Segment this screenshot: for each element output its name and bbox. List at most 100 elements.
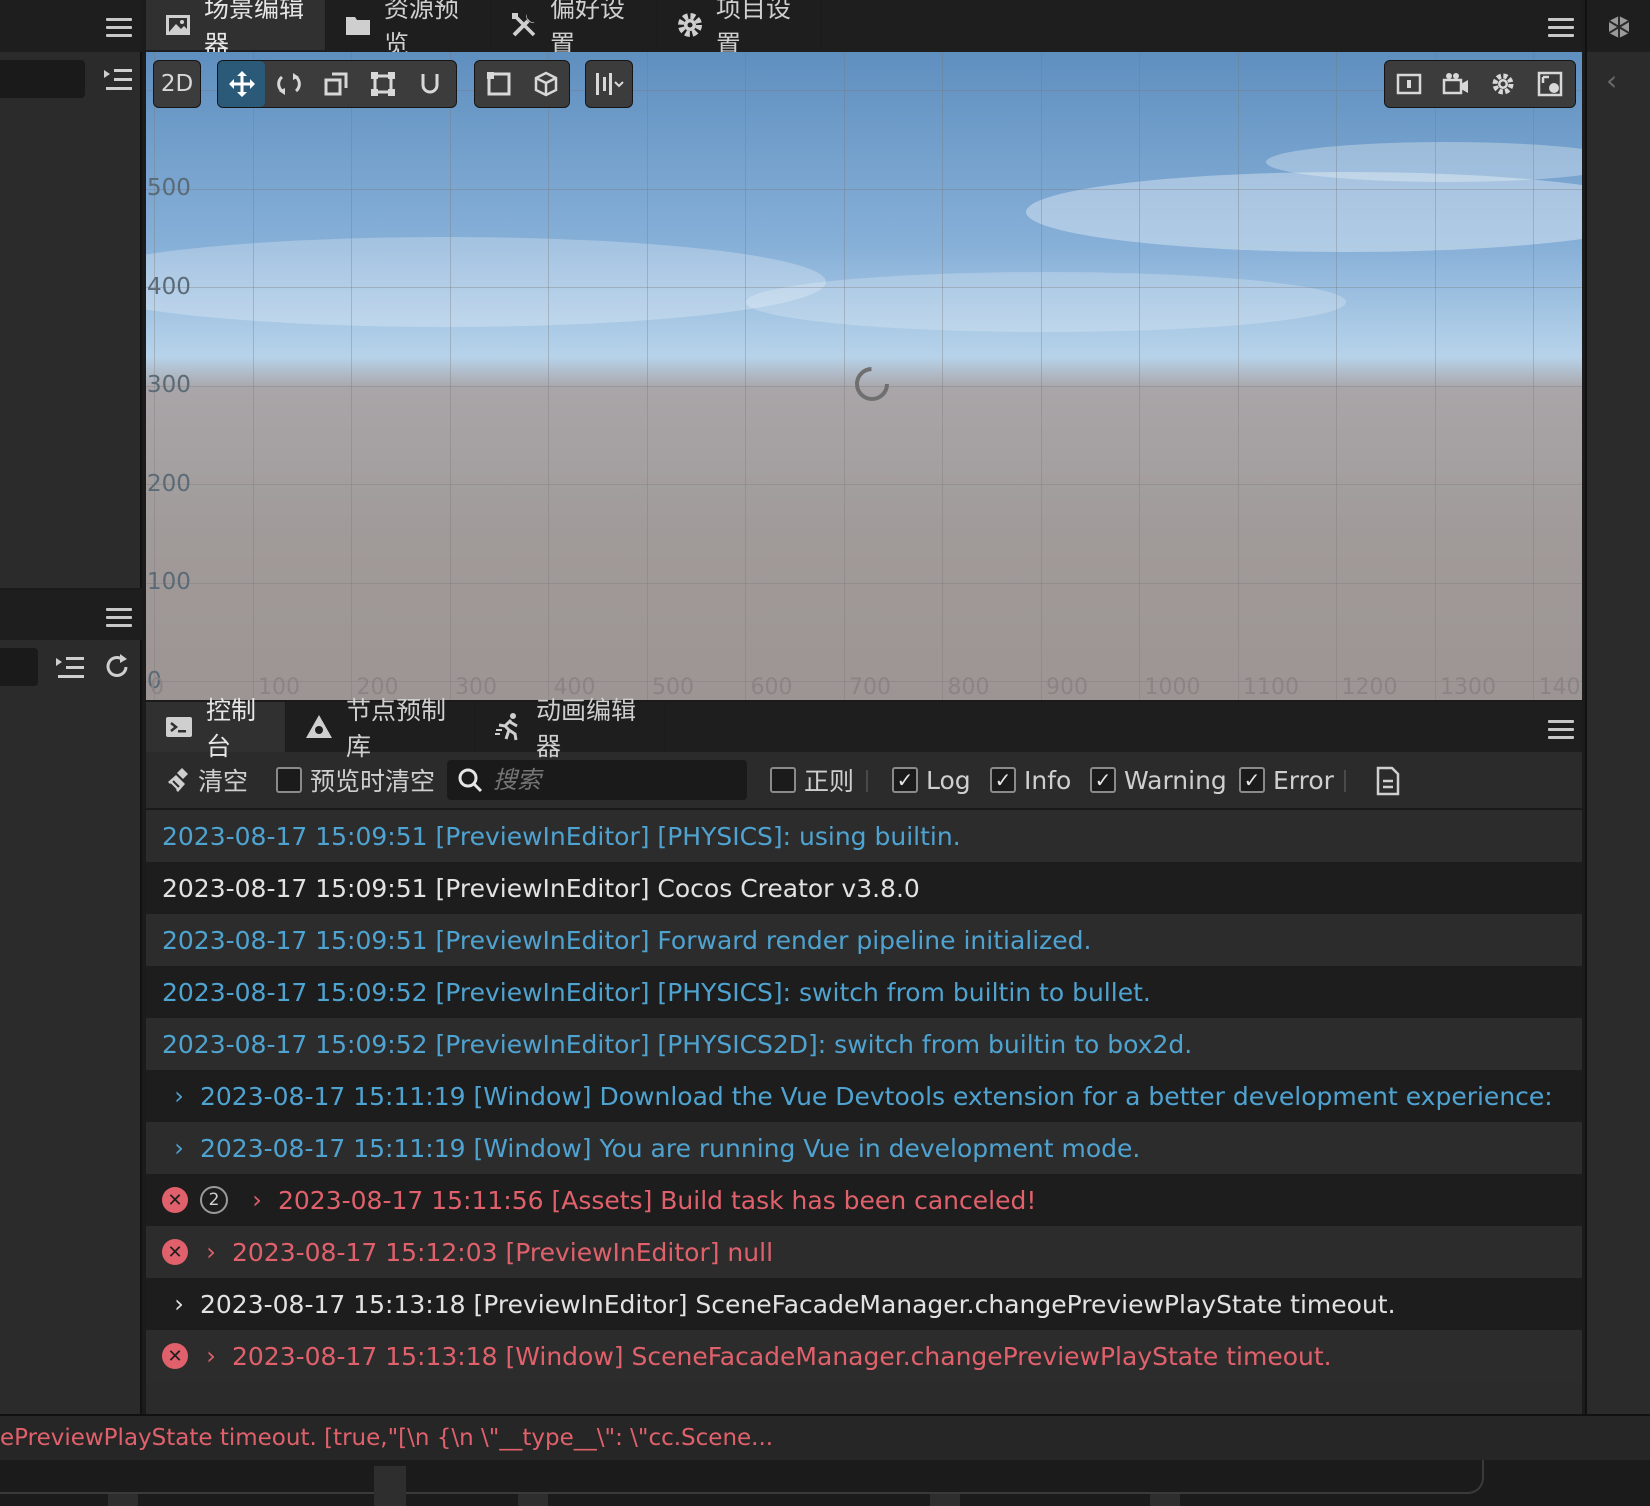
expand-chevron-icon[interactable]: › bbox=[246, 1186, 268, 1214]
console-row[interactable]: ✕ 2 › 2023-08-17 15:11:56 [Assets] Build ta… bbox=[146, 1174, 1582, 1226]
assets-search-input[interactable] bbox=[0, 648, 38, 686]
grid-line-vertical bbox=[449, 52, 451, 700]
warning-checkbox[interactable]: ✓ bbox=[1090, 767, 1116, 793]
info-filter-toggle[interactable]: ✓ Info bbox=[990, 760, 1071, 800]
open-log-file-button[interactable] bbox=[1374, 766, 1402, 796]
bottom-strip bbox=[0, 1460, 1650, 1506]
clear-button[interactable]: 清空 bbox=[166, 760, 248, 800]
error-checkbox[interactable]: ✓ bbox=[1239, 767, 1265, 793]
grid-y-label: 500 bbox=[147, 175, 191, 201]
expand-chevron-icon[interactable]: › bbox=[168, 1134, 190, 1162]
console-menu-icon[interactable] bbox=[1548, 720, 1574, 740]
grid-line-vertical bbox=[942, 52, 943, 700]
error-icon: ✕ bbox=[162, 1343, 188, 1369]
info-checkbox[interactable]: ✓ bbox=[990, 767, 1016, 793]
console-row[interactable]: › 2023-08-17 15:13:18 [PreviewInEditor] S… bbox=[146, 1278, 1582, 1330]
image-icon bbox=[164, 12, 192, 38]
inspector-back-icon[interactable]: ‹ bbox=[1606, 64, 1632, 97]
info-label: Info bbox=[1024, 765, 1072, 795]
console-row[interactable]: 2023-08-17 15:09:52 [PreviewInEditor] [P… bbox=[146, 966, 1582, 1018]
assets-menu-icon[interactable] bbox=[106, 608, 132, 628]
expand-chevron-icon[interactable]: › bbox=[168, 1082, 190, 1110]
console-search-field[interactable] bbox=[447, 760, 747, 800]
hierarchy-menu-icon[interactable] bbox=[106, 18, 132, 38]
regex-checkbox[interactable] bbox=[770, 767, 796, 793]
console-row[interactable]: ✕ › 2023-08-17 15:12:03 [PreviewInEditor] … bbox=[146, 1226, 1582, 1278]
toolbar-separator bbox=[866, 770, 868, 792]
log-message: 2023-08-17 15:13:18 [Window] SceneFacade… bbox=[232, 1341, 1332, 1371]
mode-2d-button[interactable]: 2D bbox=[154, 61, 200, 107]
console-row[interactable]: 2023-08-17 15:09:51 [PreviewInEditor] Fo… bbox=[146, 914, 1582, 966]
terminal-icon bbox=[164, 714, 194, 740]
camera-button[interactable] bbox=[1432, 61, 1479, 107]
console-row[interactable]: 2023-08-17 15:09:51 [PreviewInEditor] [P… bbox=[146, 810, 1582, 862]
log-message: 2023-08-17 15:09:52 [PreviewInEditor] [P… bbox=[162, 1029, 1193, 1059]
align-icon bbox=[596, 73, 624, 95]
runner-icon bbox=[494, 712, 524, 742]
tab-node-library[interactable]: 节点预制库 bbox=[286, 696, 476, 761]
broom-icon bbox=[168, 768, 188, 792]
align-button[interactable] bbox=[586, 61, 632, 107]
status-message[interactable]: ePreviewPlayState timeout. [true,"[\n {\… bbox=[0, 1425, 773, 1451]
tab-animation-editor[interactable]: 动画编辑器 bbox=[476, 696, 666, 761]
log-message: 2023-08-17 15:12:03 [PreviewInEditor] nu… bbox=[232, 1237, 774, 1267]
move-tool-button[interactable] bbox=[218, 61, 265, 107]
pivot-icon bbox=[486, 72, 510, 96]
error-filter-toggle[interactable]: ✓ Error bbox=[1239, 760, 1334, 800]
clear-on-preview-checkbox[interactable] bbox=[276, 767, 302, 793]
warning-label: Warning bbox=[1124, 765, 1227, 795]
expand-chevron-icon[interactable]: › bbox=[200, 1342, 222, 1370]
tab-label: 动画编辑器 bbox=[536, 696, 637, 761]
log-message: 2023-08-17 15:11:19 [Window] Download th… bbox=[200, 1081, 1553, 1111]
log-message: 2023-08-17 15:09:51 [PreviewInEditor] Fo… bbox=[162, 925, 1092, 955]
log-message: 2023-08-17 15:09:51 [PreviewInEditor] Co… bbox=[162, 873, 920, 903]
scale-tool-button[interactable] bbox=[312, 61, 359, 107]
grid-line-vertical bbox=[646, 52, 648, 700]
hierarchy-collapse-icon[interactable] bbox=[102, 66, 134, 94]
clear-on-preview-toggle[interactable]: 预览时清空 bbox=[276, 760, 435, 800]
hierarchy-search-input[interactable] bbox=[0, 60, 85, 98]
snap-tool-button[interactable] bbox=[406, 61, 453, 107]
tab-label: 节点预制库 bbox=[346, 696, 447, 761]
console-row[interactable]: 2023-08-17 15:09:52 [PreviewInEditor] [P… bbox=[146, 1018, 1582, 1070]
scene-settings-button[interactable] bbox=[1479, 61, 1526, 107]
rect-tool-button[interactable] bbox=[359, 61, 406, 107]
frame-icon bbox=[1396, 73, 1421, 95]
refresh-icon[interactable] bbox=[102, 652, 132, 682]
grid-x-label: 1300 bbox=[1440, 675, 1496, 700]
console-row[interactable]: 2023-08-17 15:09:51 [PreviewInEditor] Co… bbox=[146, 862, 1582, 914]
inspector-icon bbox=[1606, 14, 1632, 40]
coordinate-button[interactable] bbox=[522, 61, 569, 107]
console-search-input[interactable] bbox=[493, 766, 733, 794]
grid-x-label: 140 bbox=[1538, 675, 1581, 700]
grid-line-vertical bbox=[252, 52, 254, 700]
gear-icon bbox=[1492, 73, 1513, 95]
rotate-tool-button[interactable] bbox=[265, 61, 312, 107]
regex-label: 正则 bbox=[804, 767, 855, 796]
regex-toggle[interactable]: 正则 bbox=[770, 760, 854, 800]
console-row[interactable]: › 2023-08-17 15:11:19 [Window] Download t… bbox=[146, 1070, 1582, 1122]
tab-preferences[interactable]: 偏好设置 bbox=[492, 0, 658, 59]
expand-chevron-icon[interactable]: › bbox=[200, 1238, 222, 1266]
assets-collapse-icon[interactable] bbox=[54, 654, 86, 682]
rotate-icon bbox=[276, 73, 301, 95]
rect-icon bbox=[370, 72, 395, 96]
console-row[interactable]: › 2023-08-17 15:11:19 [Window] You are ru… bbox=[146, 1122, 1582, 1174]
log-filter-toggle[interactable]: ✓ Log bbox=[892, 760, 971, 800]
console-row[interactable]: ✕ › 2023-08-17 15:13:18 [Window] SceneFaca… bbox=[146, 1330, 1582, 1382]
expand-chevron-icon[interactable]: › bbox=[168, 1290, 190, 1318]
magnet-icon bbox=[421, 74, 438, 94]
gear-icon bbox=[676, 11, 704, 39]
gizmo-settings-button[interactable] bbox=[1526, 61, 1573, 107]
tab-asset-preview[interactable]: 资源预览 bbox=[326, 0, 492, 59]
tab-console[interactable]: 控制台 bbox=[146, 696, 286, 761]
tab-scene-editor[interactable]: 场景编辑器 bbox=[146, 0, 326, 59]
tab-label: 控制台 bbox=[206, 696, 257, 761]
transform-toolbar bbox=[217, 60, 457, 108]
pivot-button[interactable] bbox=[475, 61, 522, 107]
warning-filter-toggle[interactable]: ✓ Warning bbox=[1090, 760, 1227, 800]
frame-button[interactable] bbox=[1385, 61, 1432, 107]
log-checkbox[interactable]: ✓ bbox=[892, 767, 918, 793]
scene-menu-icon[interactable] bbox=[1548, 18, 1574, 38]
tab-project-settings[interactable]: 项目设置 bbox=[658, 0, 822, 59]
